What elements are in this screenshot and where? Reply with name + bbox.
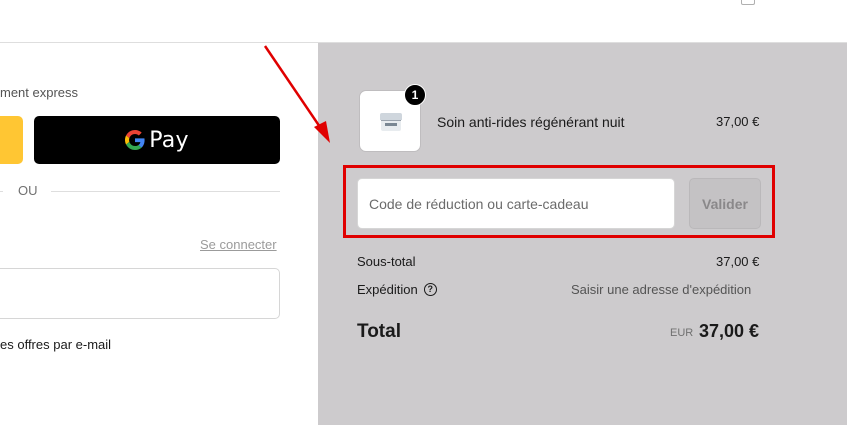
divider-line-right: [51, 191, 280, 192]
google-pay-button[interactable]: Pay: [34, 116, 280, 164]
total-label: Total: [357, 321, 401, 342]
google-pay-label: Pay: [149, 127, 189, 153]
subtotal-label: Sous-total: [357, 254, 416, 269]
question-circle-icon[interactable]: ?: [423, 283, 437, 296]
shop-pay-button[interactable]: [0, 116, 23, 164]
order-summary-panel: 1 Soin anti-rides régénérant nuit 37,00 …: [318, 43, 847, 425]
subtotal-value: 37,00 €: [716, 254, 760, 269]
or-divider: OU: [0, 183, 280, 199]
product-name: Soin anti-rides régénérant nuit: [437, 114, 625, 130]
quantity-badge: 1: [404, 84, 426, 106]
product-price: 37,00 €: [716, 114, 760, 129]
shipping-label: Expédition: [357, 282, 418, 297]
checkout-form-panel: ment express Pay OU Se connecter es offr…: [0, 43, 318, 425]
or-divider-text: OU: [18, 183, 38, 198]
cream-jar-image: [380, 113, 402, 131]
google-g-icon: [125, 130, 145, 150]
divider-line-left: [0, 191, 3, 192]
total-currency: EUR: [670, 327, 694, 339]
annotation-highlight-box: [343, 165, 775, 238]
email-offers-checkbox-label[interactable]: es offres par e-mail: [0, 337, 111, 352]
total-value: 37,00 €: [699, 321, 760, 341]
top-bar: [0, 0, 847, 43]
shipping-value: Saisir une adresse d'expédition: [571, 282, 752, 297]
express-checkout-label: ment express: [0, 85, 79, 100]
email-field[interactable]: [0, 268, 280, 319]
shipping-label-row: Expédition ?: [357, 282, 437, 297]
cart-icon[interactable]: [741, 0, 755, 5]
login-link[interactable]: Se connecter: [200, 237, 277, 252]
